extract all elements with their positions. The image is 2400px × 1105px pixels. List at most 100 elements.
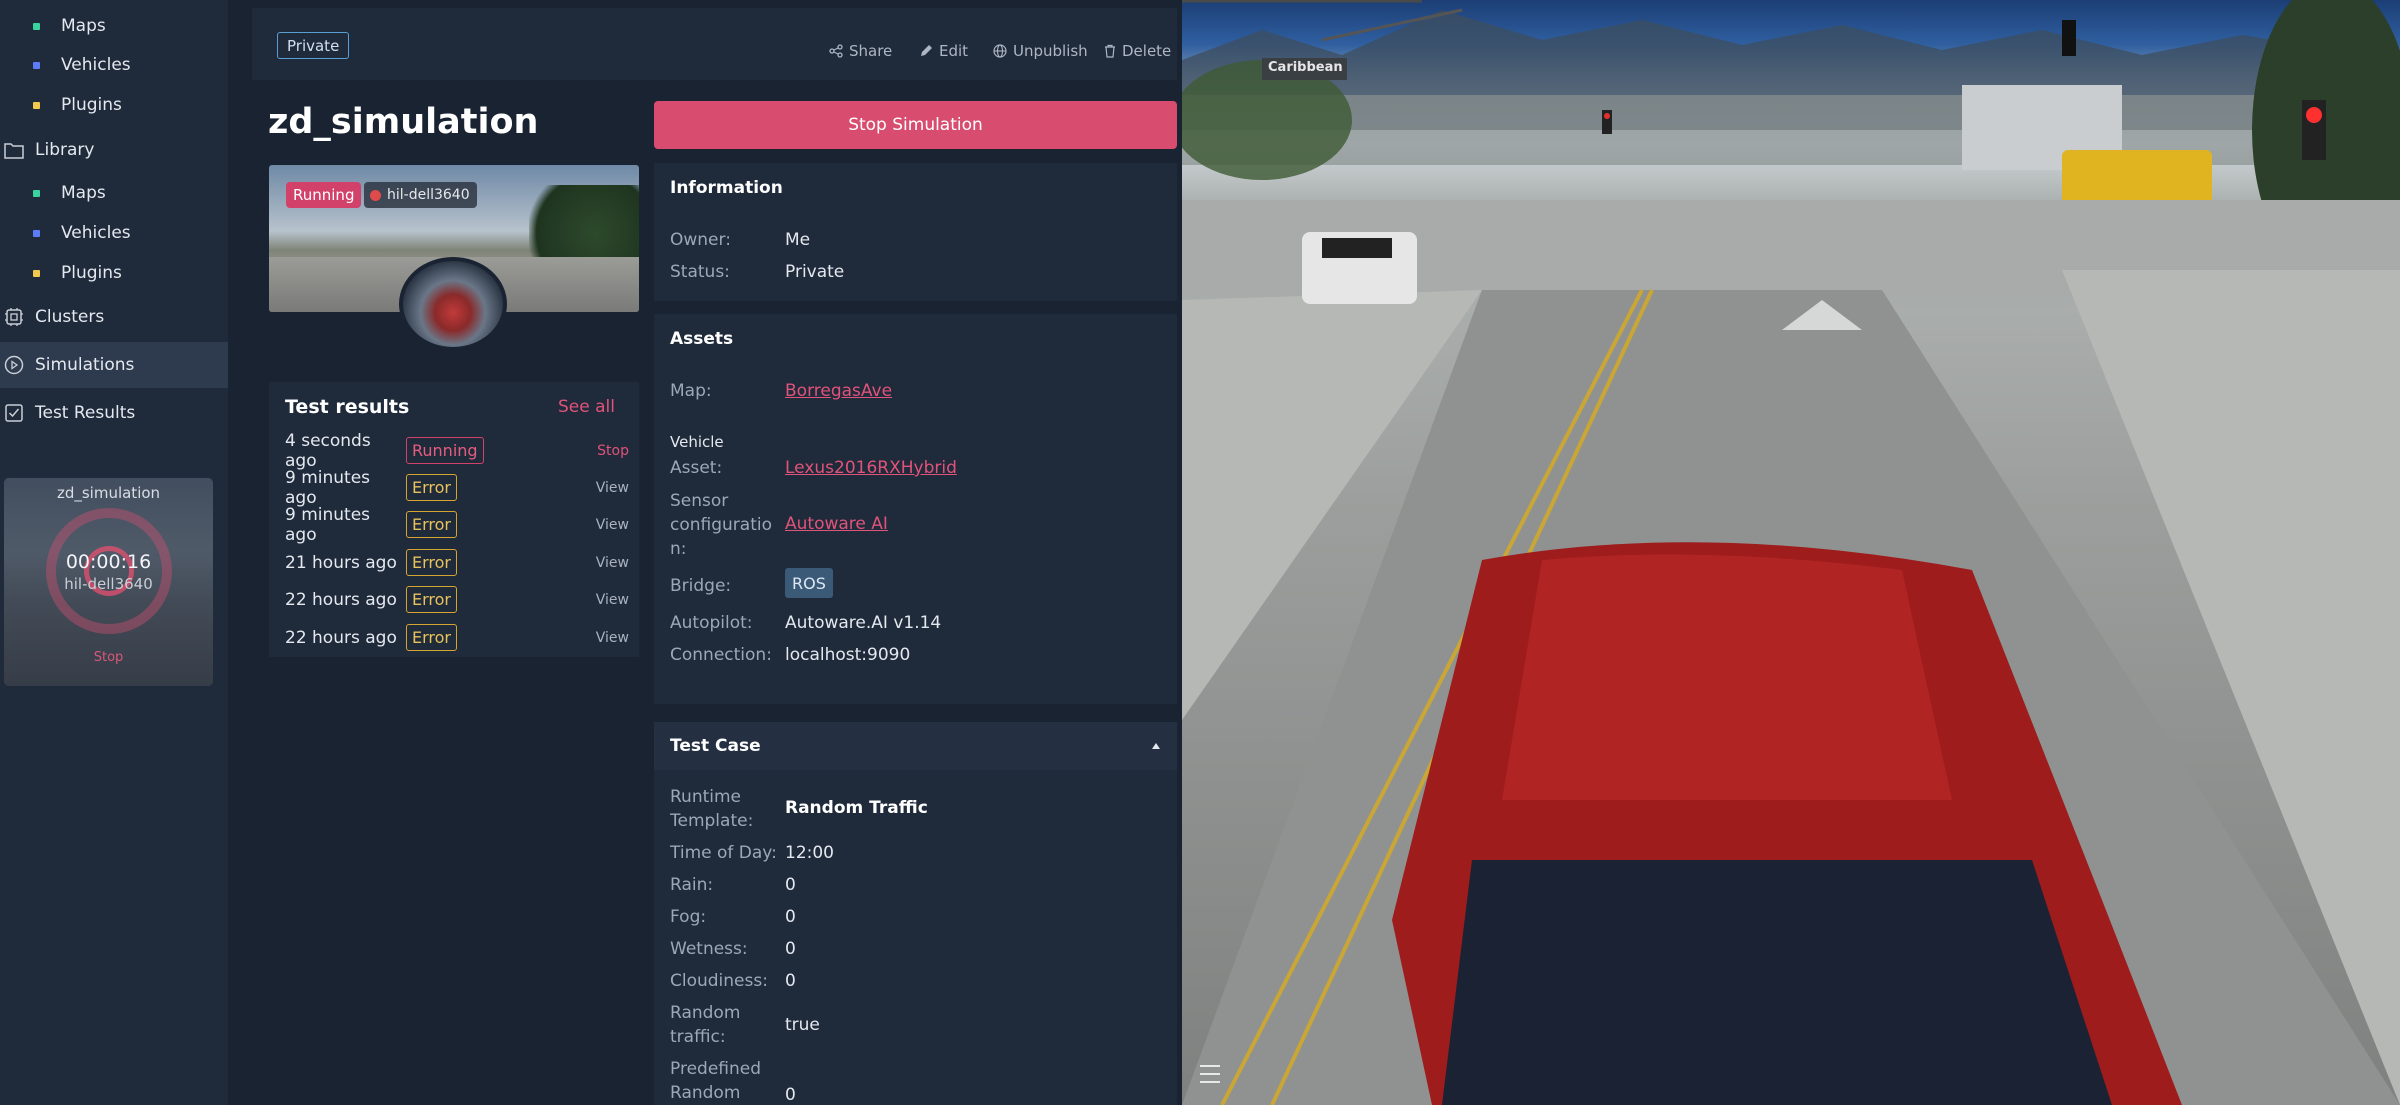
- result-status-badge: Error: [406, 549, 457, 576]
- vehicles-dot-icon: [33, 61, 40, 69]
- menu-icon[interactable]: [1200, 1065, 1220, 1083]
- test-results-panel: Test results See all 4 seconds ago Runni…: [269, 382, 639, 657]
- result-status-badge: Error: [406, 586, 457, 613]
- stop-simulation-button[interactable]: Stop Simulation: [654, 101, 1177, 149]
- page-title: zd_simulation: [268, 102, 539, 142]
- sensor-label-line: Sensor: [670, 491, 729, 511]
- trash-icon: [1105, 44, 1115, 58]
- wetness-value: 0: [785, 939, 796, 959]
- runtime-template-value: Random Traffic: [785, 798, 928, 818]
- share-icon: [829, 44, 843, 58]
- card-title: Assets: [670, 329, 734, 349]
- sensor-label: Sensor configuratio n:: [670, 489, 772, 561]
- delete-button[interactable]: Delete: [1104, 42, 1171, 60]
- see-all-link[interactable]: See all: [558, 397, 615, 417]
- plugins-dot-icon: [33, 269, 40, 277]
- runtime-label-line: Runtime: [670, 787, 742, 807]
- sidebar-item-vehicles[interactable]: Vehicles: [33, 50, 131, 80]
- test-case-card: Test Case Runtime Template: Random Traff…: [654, 722, 1177, 1105]
- host-chip: hil-dell3640: [364, 182, 477, 208]
- widget-title: zd_simulation: [56, 484, 161, 502]
- edit-button[interactable]: Edit: [919, 42, 968, 60]
- sidebar-item-plugins[interactable]: Plugins: [33, 90, 122, 120]
- active-simulation-widget[interactable]: zd_simulation 00:00:16 hil-dell3640 Stop: [4, 478, 213, 686]
- result-time: 4 seconds ago: [285, 430, 371, 471]
- plugins-dot-icon: [33, 101, 40, 109]
- fog-label: Fog:: [670, 907, 707, 927]
- test-case-header[interactable]: Test Case: [654, 722, 1177, 770]
- result-time: 22 hours ago: [285, 589, 397, 610]
- result-status-badge: Error: [406, 474, 457, 501]
- bridge-label: Bridge:: [670, 576, 732, 596]
- collapse-caret-icon: [1152, 743, 1160, 749]
- table-row: 22 hours ago Error View: [285, 622, 629, 653]
- sidebar-item-maps[interactable]: Maps: [33, 11, 106, 41]
- road-scene: [1182, 0, 2400, 1105]
- sidebar-item-library[interactable]: Library: [0, 127, 228, 173]
- table-row: 9 minutes ago Error View: [285, 468, 629, 508]
- assets-card: Assets Map: BorregasAve Vehicle Asset: L…: [654, 314, 1177, 704]
- share-button[interactable]: Share: [829, 42, 892, 60]
- sidebar-item-label: Vehicles: [61, 55, 131, 75]
- unpublish-label: Unpublish: [1013, 42, 1088, 60]
- sidebar-item-test-results[interactable]: Test Results: [0, 390, 228, 436]
- maps-dot-icon: [33, 189, 40, 197]
- bridge-chip: ROS: [785, 568, 833, 598]
- sidebar-item-simulations[interactable]: Simulations: [0, 342, 228, 388]
- sidebar: Maps Vehicles Plugins Library Maps Vehic…: [0, 0, 228, 1105]
- fog-value: 0: [785, 907, 796, 927]
- owner-value: Me: [785, 230, 811, 250]
- map-label: Map:: [670, 381, 712, 401]
- vehicles-dot-icon: [33, 229, 40, 237]
- result-view-link[interactable]: View: [596, 555, 629, 571]
- table-row: 9 minutes ago Error View: [285, 505, 629, 545]
- time-label: Time of Day:: [670, 843, 777, 863]
- play-circle-icon: [3, 354, 25, 376]
- sensor-config-link[interactable]: Autoware AI: [785, 514, 888, 534]
- result-stop-link[interactable]: Stop: [597, 443, 629, 459]
- cluster-icon: [3, 306, 25, 328]
- host-label: hil-dell3640: [387, 187, 470, 203]
- status-dot-icon: [370, 189, 381, 201]
- unpublish-button[interactable]: Unpublish: [993, 42, 1088, 60]
- predefined-label-line: Random: [670, 1083, 741, 1103]
- table-row: 4 seconds ago Running Stop: [285, 431, 629, 471]
- table-row: 21 hours ago Error View: [285, 547, 629, 578]
- rain-value: 0: [785, 875, 796, 895]
- header-bar: Private Share Edit Unpublish Delete: [252, 8, 1177, 80]
- result-time: 9 minutes ago: [285, 504, 371, 545]
- map-link[interactable]: BorregasAve: [785, 381, 892, 401]
- sidebar-item-label: Library: [35, 140, 95, 160]
- connection-value: localhost:9090: [785, 645, 911, 665]
- random-traffic-label: Random traffic:: [670, 1001, 740, 1049]
- autopilot-value: Autoware.AI v1.14: [785, 613, 942, 633]
- sidebar-item-label: Test Results: [35, 403, 136, 423]
- status-badge: Running: [286, 182, 362, 208]
- sidebar-item-label: Vehicles: [61, 223, 131, 243]
- information-card: Information Owner: Me Status: Private: [654, 163, 1177, 301]
- street-sign-label: Caribbean: [1268, 60, 1343, 75]
- sidebar-item-label: Clusters: [35, 307, 105, 327]
- sidebar-item-library-plugins[interactable]: Plugins: [33, 258, 122, 288]
- result-view-link[interactable]: View: [596, 630, 629, 646]
- widget-stop-button[interactable]: Stop: [4, 650, 213, 665]
- simulation-viewport[interactable]: Caribbean: [1182, 0, 2400, 1105]
- vehicle-avatar: [399, 257, 507, 351]
- sidebar-item-clusters[interactable]: Clusters: [0, 294, 228, 340]
- time-value: 12:00: [785, 843, 834, 863]
- result-view-link[interactable]: View: [596, 592, 629, 608]
- predefined-value: 0: [785, 1085, 796, 1105]
- result-view-link[interactable]: View: [596, 480, 629, 496]
- card-title: Information: [670, 178, 783, 198]
- sidebar-item-library-maps[interactable]: Maps: [33, 178, 106, 208]
- test-results-title: Test results: [285, 396, 410, 418]
- result-status-badge: Error: [406, 511, 457, 538]
- result-status-badge: Error: [406, 624, 457, 651]
- main-panel: Private Share Edit Unpublish Delete zd_s…: [252, 0, 1182, 1105]
- widget-host: hil-dell3640: [64, 575, 153, 593]
- sidebar-item-library-vehicles[interactable]: Vehicles: [33, 218, 131, 248]
- folder-icon: [3, 139, 25, 161]
- result-view-link[interactable]: View: [596, 517, 629, 533]
- random-traffic-label-line: traffic:: [670, 1027, 726, 1047]
- asset-link[interactable]: Lexus2016RXHybrid: [785, 458, 957, 478]
